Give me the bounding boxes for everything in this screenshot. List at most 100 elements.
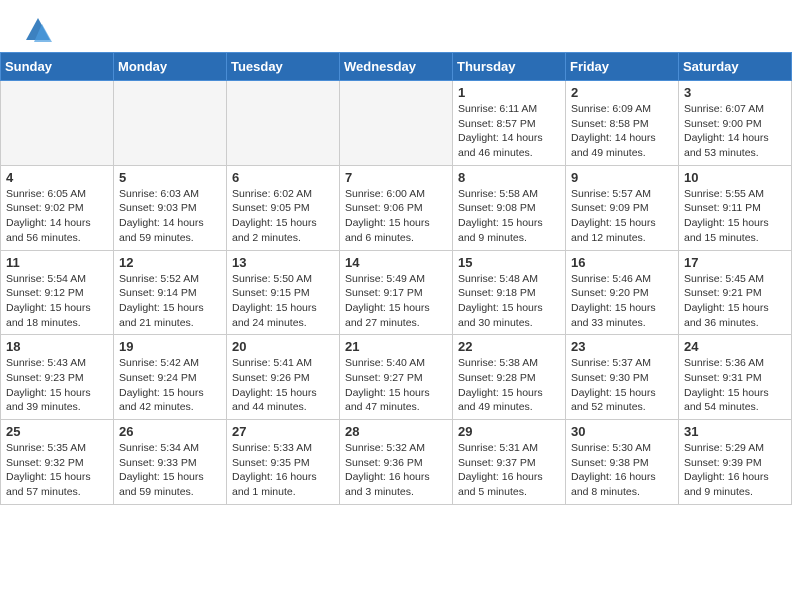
col-header-friday: Friday: [566, 53, 679, 81]
day-info: Sunrise: 5:36 AMSunset: 9:31 PMDaylight:…: [684, 356, 786, 415]
day-number: 21: [345, 339, 447, 354]
calendar-cell: 15 Sunrise: 5:48 AMSunset: 9:18 PMDayligh…: [453, 250, 566, 335]
calendar-week-row: 25 Sunrise: 5:35 AMSunset: 9:32 PMDayligh…: [1, 420, 792, 505]
day-number: 6: [232, 170, 334, 185]
calendar-cell: 9 Sunrise: 5:57 AMSunset: 9:09 PMDaylight…: [566, 165, 679, 250]
day-number: 30: [571, 424, 673, 439]
calendar-cell: 2 Sunrise: 6:09 AMSunset: 8:58 PMDaylight…: [566, 81, 679, 166]
calendar-cell: [1, 81, 114, 166]
calendar-cell: 29Sunrise: 5:31 AMSunset: 9:37 PMDayligh…: [453, 420, 566, 505]
day-info: Sunrise: 6:07 AMSunset: 9:00 PMDaylight:…: [684, 102, 786, 161]
calendar-cell: 25 Sunrise: 5:35 AMSunset: 9:32 PMDayligh…: [1, 420, 114, 505]
calendar-cell: 5Sunrise: 6:03 AMSunset: 9:03 PMDaylight…: [114, 165, 227, 250]
day-number: 18: [6, 339, 108, 354]
day-number: 11: [6, 255, 108, 270]
calendar-week-row: 11 Sunrise: 5:54 AMSunset: 9:12 PMDayligh…: [1, 250, 792, 335]
page-header: [0, 0, 792, 52]
day-number: 19: [119, 339, 221, 354]
calendar-cell: 18 Sunrise: 5:43 AMSunset: 9:23 PMDayligh…: [1, 335, 114, 420]
day-info: Sunrise: 5:43 AMSunset: 9:23 PMDaylight:…: [6, 356, 108, 415]
calendar-cell: 28 Sunrise: 5:32 AMSunset: 9:36 PMDayligh…: [340, 420, 453, 505]
day-info: Sunrise: 5:57 AMSunset: 9:09 PMDaylight:…: [571, 187, 673, 246]
day-info: Sunrise: 5:42 AMSunset: 9:24 PMDaylight:…: [119, 356, 221, 415]
day-number: 15: [458, 255, 560, 270]
logo-icon: [24, 16, 52, 44]
day-info: Sunrise: 5:29 AMSunset: 9:39 PMDaylight:…: [684, 441, 786, 500]
calendar-cell: 24Sunrise: 5:36 AMSunset: 9:31 PMDayligh…: [679, 335, 792, 420]
calendar-cell: [227, 81, 340, 166]
day-info: Sunrise: 5:49 AMSunset: 9:17 PMDaylight:…: [345, 272, 447, 331]
calendar-cell: 23Sunrise: 5:37 AMSunset: 9:30 PMDayligh…: [566, 335, 679, 420]
calendar-cell: 13 Sunrise: 5:50 AMSunset: 9:15 PMDayligh…: [227, 250, 340, 335]
day-info: Sunrise: 5:45 AMSunset: 9:21 PMDaylight:…: [684, 272, 786, 331]
calendar-cell: 27Sunrise: 5:33 AMSunset: 9:35 PMDayligh…: [227, 420, 340, 505]
day-info: Sunrise: 6:05 AMSunset: 9:02 PMDaylight:…: [6, 187, 108, 246]
day-number: 7: [345, 170, 447, 185]
col-header-thursday: Thursday: [453, 53, 566, 81]
calendar-cell: 11 Sunrise: 5:54 AMSunset: 9:12 PMDayligh…: [1, 250, 114, 335]
calendar-cell: 8 Sunrise: 5:58 AMSunset: 9:08 PMDaylight…: [453, 165, 566, 250]
day-info: Sunrise: 5:58 AMSunset: 9:08 PMDaylight:…: [458, 187, 560, 246]
day-number: 14: [345, 255, 447, 270]
day-info: Sunrise: 5:40 AMSunset: 9:27 PMDaylight:…: [345, 356, 447, 415]
day-info: Sunrise: 5:35 AMSunset: 9:32 PMDaylight:…: [6, 441, 108, 500]
day-number: 3: [684, 85, 786, 100]
day-info: Sunrise: 5:38 AMSunset: 9:28 PMDaylight:…: [458, 356, 560, 415]
day-info: Sunrise: 5:33 AMSunset: 9:35 PMDaylight:…: [232, 441, 334, 500]
calendar-cell: 19 Sunrise: 5:42 AMSunset: 9:24 PMDayligh…: [114, 335, 227, 420]
day-info: Sunrise: 5:50 AMSunset: 9:15 PMDaylight:…: [232, 272, 334, 331]
day-info: Sunrise: 5:31 AMSunset: 9:37 PMDaylight:…: [458, 441, 560, 500]
day-number: 8: [458, 170, 560, 185]
calendar-cell: 20 Sunrise: 5:41 AMSunset: 9:26 PMDayligh…: [227, 335, 340, 420]
calendar-cell: [114, 81, 227, 166]
calendar-cell: [340, 81, 453, 166]
calendar-cell: 12 Sunrise: 5:52 AMSunset: 9:14 PMDayligh…: [114, 250, 227, 335]
day-info: Sunrise: 5:46 AMSunset: 9:20 PMDaylight:…: [571, 272, 673, 331]
day-info: Sunrise: 5:41 AMSunset: 9:26 PMDaylight:…: [232, 356, 334, 415]
day-number: 10: [684, 170, 786, 185]
logo: [24, 16, 56, 44]
day-info: Sunrise: 6:11 AMSunset: 8:57 PMDaylight:…: [458, 102, 560, 161]
calendar-cell: 22Sunrise: 5:38 AMSunset: 9:28 PMDayligh…: [453, 335, 566, 420]
day-number: 17: [684, 255, 786, 270]
day-info: Sunrise: 5:48 AMSunset: 9:18 PMDaylight:…: [458, 272, 560, 331]
col-header-tuesday: Tuesday: [227, 53, 340, 81]
day-number: 12: [119, 255, 221, 270]
calendar-cell: 3 Sunrise: 6:07 AMSunset: 9:00 PMDaylight…: [679, 81, 792, 166]
calendar-cell: 16 Sunrise: 5:46 AMSunset: 9:20 PMDayligh…: [566, 250, 679, 335]
calendar-cell: 4 Sunrise: 6:05 AMSunset: 9:02 PMDaylight…: [1, 165, 114, 250]
calendar-header-row: SundayMondayTuesdayWednesdayThursdayFrid…: [1, 53, 792, 81]
day-number: 26: [119, 424, 221, 439]
col-header-sunday: Sunday: [1, 53, 114, 81]
day-info: Sunrise: 5:54 AMSunset: 9:12 PMDaylight:…: [6, 272, 108, 331]
day-info: Sunrise: 6:03 AMSunset: 9:03 PMDaylight:…: [119, 187, 221, 246]
col-header-saturday: Saturday: [679, 53, 792, 81]
calendar-week-row: 4 Sunrise: 6:05 AMSunset: 9:02 PMDaylight…: [1, 165, 792, 250]
calendar-cell: 31 Sunrise: 5:29 AMSunset: 9:39 PMDayligh…: [679, 420, 792, 505]
day-info: Sunrise: 6:00 AMSunset: 9:06 PMDaylight:…: [345, 187, 447, 246]
calendar-cell: 30Sunrise: 5:30 AMSunset: 9:38 PMDayligh…: [566, 420, 679, 505]
calendar-week-row: 1Sunrise: 6:11 AMSunset: 8:57 PMDaylight…: [1, 81, 792, 166]
day-number: 25: [6, 424, 108, 439]
calendar-cell: 14 Sunrise: 5:49 AMSunset: 9:17 PMDayligh…: [340, 250, 453, 335]
calendar-cell: 10Sunrise: 5:55 AMSunset: 9:11 PMDayligh…: [679, 165, 792, 250]
day-number: 4: [6, 170, 108, 185]
day-number: 2: [571, 85, 673, 100]
day-info: Sunrise: 5:34 AMSunset: 9:33 PMDaylight:…: [119, 441, 221, 500]
day-number: 13: [232, 255, 334, 270]
calendar-cell: 26 Sunrise: 5:34 AMSunset: 9:33 PMDayligh…: [114, 420, 227, 505]
col-header-wednesday: Wednesday: [340, 53, 453, 81]
day-number: 20: [232, 339, 334, 354]
day-number: 31: [684, 424, 786, 439]
day-info: Sunrise: 6:02 AMSunset: 9:05 PMDaylight:…: [232, 187, 334, 246]
col-header-monday: Monday: [114, 53, 227, 81]
calendar-table: SundayMondayTuesdayWednesdayThursdayFrid…: [0, 52, 792, 505]
day-number: 28: [345, 424, 447, 439]
calendar-cell: 21 Sunrise: 5:40 AMSunset: 9:27 PMDayligh…: [340, 335, 453, 420]
day-number: 9: [571, 170, 673, 185]
day-info: Sunrise: 5:52 AMSunset: 9:14 PMDaylight:…: [119, 272, 221, 331]
day-info: Sunrise: 5:37 AMSunset: 9:30 PMDaylight:…: [571, 356, 673, 415]
day-info: Sunrise: 6:09 AMSunset: 8:58 PMDaylight:…: [571, 102, 673, 161]
day-number: 16: [571, 255, 673, 270]
day-info: Sunrise: 5:32 AMSunset: 9:36 PMDaylight:…: [345, 441, 447, 500]
